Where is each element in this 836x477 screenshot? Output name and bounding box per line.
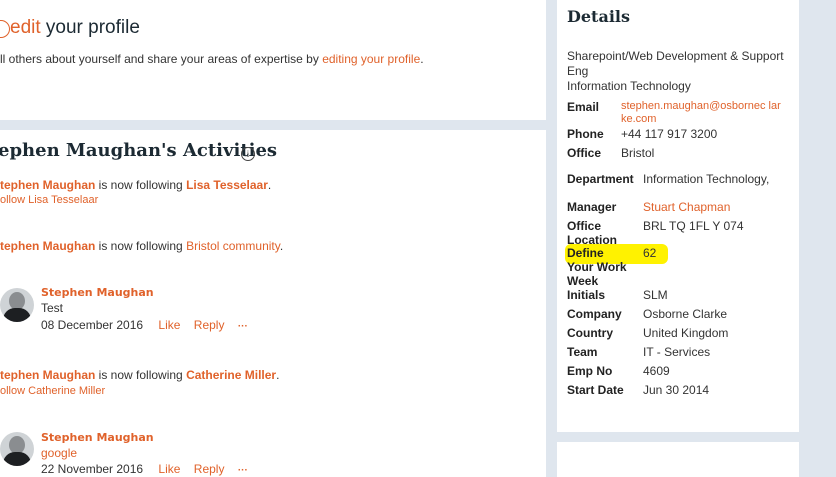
follow-link[interactable]: ollow Catherine Miller (0, 385, 105, 397)
edit-profile-heading: edit your profile (10, 17, 140, 39)
edit-profile-description: ll others about yourself and share your … (0, 52, 424, 66)
more-options-button[interactable]: ··· (238, 465, 248, 476)
avatar[interactable] (0, 432, 34, 466)
more-options-button[interactable]: ··· (238, 321, 248, 332)
activity-period: . (279, 239, 284, 253)
define-value: 62 (643, 246, 657, 260)
emp-no-value: 4609 (643, 364, 670, 378)
post-date: 08 December 2016 (41, 318, 144, 332)
country-label: Country (567, 326, 613, 340)
office-location-label: Office Location (567, 219, 617, 247)
activity-period: . (276, 368, 280, 382)
company-value: Osborne Clarke (643, 307, 728, 321)
work-week-label: Your Work Week (567, 260, 627, 288)
activity-target-link[interactable]: Bristol community (186, 239, 280, 253)
editing-profile-link[interactable]: editing your profile (322, 52, 420, 66)
manager-link[interactable]: Stuart Chapman (643, 200, 730, 214)
follow-link[interactable]: ollow Lisa Tesselaar (0, 194, 98, 206)
edit-profile-heading-text: your profile (40, 17, 140, 38)
description-text: ll others about yourself and share your … (0, 52, 323, 66)
start-date-label: Start Date (567, 383, 624, 397)
reply-button[interactable]: Reply (194, 318, 225, 332)
activity-actor-link[interactable]: tephen Maughan (0, 239, 95, 253)
department-value: Information Technology, (643, 172, 770, 186)
office-location-value: BRL TQ 1FL Y 074 (643, 219, 744, 233)
email-link[interactable]: stephen.maughan@osbornec larke.com (621, 100, 786, 126)
activity-item: tephen Maughan is now following Bristol … (0, 239, 283, 253)
activity-item: tephen Maughan is now following Catherin… (0, 368, 279, 382)
like-button[interactable]: Like (158, 462, 180, 476)
post-meta: 22 November 2016 Like Reply ··· (41, 462, 248, 476)
department-label: Department (567, 172, 634, 186)
phone-label: Phone (567, 127, 604, 141)
initials-value: SLM (643, 288, 668, 302)
description-period: . (420, 52, 424, 66)
post-author-link[interactable]: Stephen Maughan (41, 431, 154, 444)
company-label: Company (567, 307, 622, 321)
office-value: Bristol (621, 146, 655, 160)
post-message: Test (41, 301, 64, 315)
activity-item: tephen Maughan is now following Lisa Tes… (0, 178, 271, 192)
secondary-panel (557, 442, 799, 477)
manager-label: Manager (567, 200, 617, 214)
initials-label: Initials (567, 288, 606, 302)
team-value: IT - Services (643, 345, 711, 359)
avatar[interactable] (0, 288, 34, 322)
activity-verb: is now following (95, 178, 187, 192)
email-label: Email (567, 100, 600, 114)
reply-button[interactable]: Reply (194, 462, 225, 476)
phone-value: +44 117 917 3200 (621, 127, 718, 141)
details-title: Details (567, 7, 630, 26)
activity-verb: is now following (95, 368, 187, 382)
info-icon[interactable]: i (241, 147, 255, 161)
activity-target-link[interactable]: Lisa Tesselaar (186, 178, 268, 192)
activity-verb: is now following (95, 239, 187, 253)
details-department-line: Information Technology (567, 79, 691, 93)
activity-actor-link[interactable]: tephen Maughan (0, 178, 95, 192)
team-label: Team (567, 345, 598, 359)
like-button[interactable]: Like (158, 318, 180, 332)
post-author-link[interactable]: Stephen Maughan (41, 286, 154, 299)
emp-no-label: Emp No (567, 364, 613, 378)
post-date: 22 November 2016 (41, 462, 144, 476)
define-label: Define (567, 246, 604, 260)
activity-target-link[interactable]: Catherine Miller (186, 368, 276, 382)
activity-actor-link[interactable]: tephen Maughan (0, 368, 95, 382)
edit-profile-panel: edit your profile ll others about yourse… (0, 0, 546, 120)
activities-title: ephen Maughan's Activities (0, 140, 278, 161)
edit-profile-link[interactable]: edit (10, 17, 41, 38)
activities-panel: ephen Maughan's Activities i tephen Maug… (0, 130, 546, 477)
office-label: Office (567, 146, 602, 160)
details-role: Sharepoint/Web Development & Support Eng (567, 49, 784, 78)
start-date-value: Jun 30 2014 (643, 383, 710, 397)
chevron-right-circle-icon (0, 20, 10, 38)
post-meta: 08 December 2016 Like Reply ··· (41, 318, 248, 332)
post-message: google (41, 446, 78, 460)
activity-period: . (267, 178, 272, 192)
country-value: United Kingdom (643, 326, 729, 340)
